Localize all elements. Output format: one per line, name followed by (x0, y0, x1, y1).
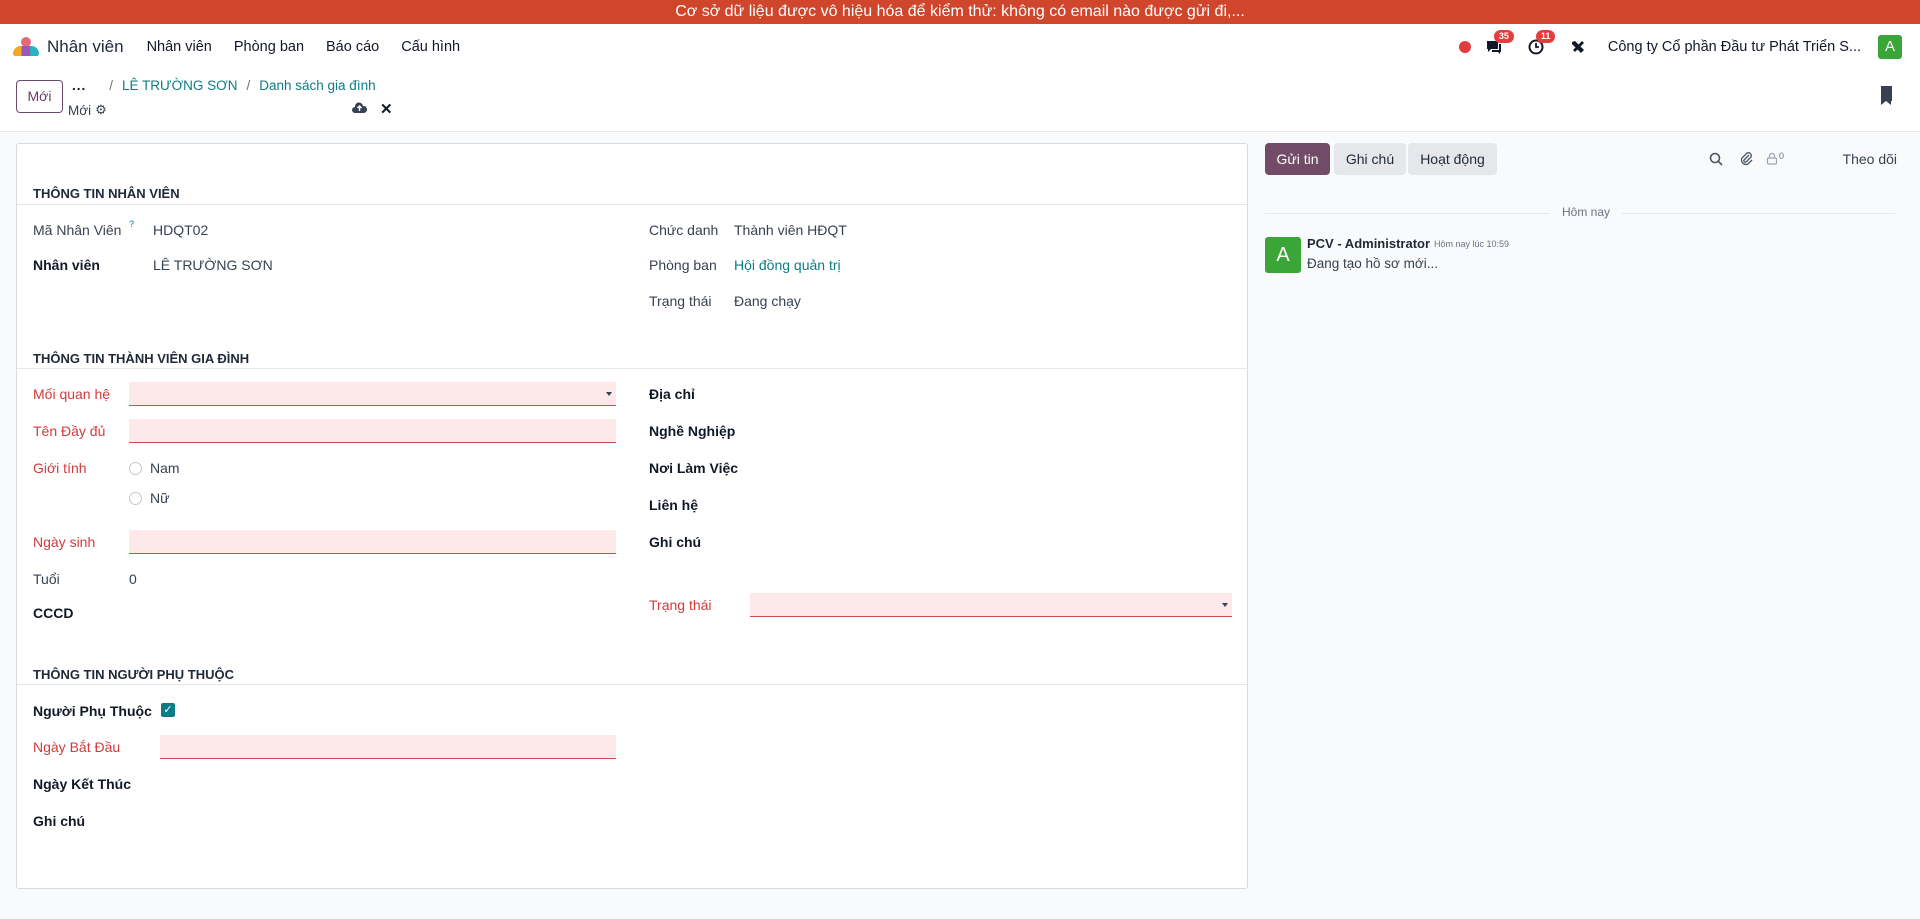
recording-indicator-icon[interactable] (1458, 41, 1471, 53)
department-label: Phòng ban (649, 257, 717, 273)
chevron-down-icon (1222, 603, 1228, 607)
test-mode-banner: Cơ sở dữ liệu được vô hiệu hóa để kiểm t… (0, 0, 1920, 24)
address-label: Địa chỉ (649, 386, 695, 402)
message-author[interactable]: PCV - Administrator (1307, 236, 1430, 251)
followers-lock-icon[interactable] (1766, 152, 1778, 169)
log-note-button[interactable]: Ghi chú (1334, 143, 1406, 175)
gear-icon[interactable]: ⚙ (95, 102, 107, 118)
message-body: Đang tạo hồ sơ mới... (1307, 256, 1439, 271)
gender-option-male: Nam (150, 460, 180, 476)
status-value: Đang chạy (734, 293, 801, 309)
employee-value: LÊ TRƯỜNG SƠN (153, 257, 273, 273)
relation-select[interactable] (129, 382, 616, 406)
employees-app-icon (13, 37, 39, 57)
record-name: Mới ⚙ (68, 102, 107, 118)
gender-radio-male[interactable] (129, 462, 142, 475)
breadcrumb: ... / LÊ TRƯỜNG SƠN / Danh sách gia đình (72, 78, 376, 93)
section-divider (17, 204, 1248, 205)
attachment-paperclip-icon[interactable] (1739, 151, 1753, 170)
breadcrumb-more-button[interactable]: ... (72, 78, 86, 93)
date-separator-label: Hôm nay (1550, 205, 1623, 219)
menu-item-configuration[interactable]: Cấu hình (390, 39, 471, 55)
help-tooltip-icon[interactable]: ? (129, 219, 134, 229)
gender-option-female: Nữ (150, 490, 170, 506)
activities-clock-icon[interactable]: 11 (1526, 30, 1556, 57)
app-name: Nhân viên (47, 37, 124, 56)
workplace-label: Nơi Làm Việc (649, 460, 739, 476)
section-divider (17, 368, 1248, 369)
chatter-panel: Gửi tin Ghi chú Hoạt động 0 Theo dõi Hôm… (1265, 140, 1905, 840)
messages-count-badge: 35 (1493, 30, 1514, 43)
section-divider (17, 684, 1248, 685)
job-title-label: Chức danh (649, 222, 719, 238)
birthday-input[interactable] (129, 530, 616, 554)
company-switcher[interactable]: Công ty Cổ phần Đầu tư Phát Triển S... (1608, 39, 1861, 55)
messages-icon[interactable]: 35 (1484, 30, 1514, 57)
send-message-button[interactable]: Gửi tin (1265, 143, 1330, 175)
section-title-employee: THÔNG TIN NHÂN VIÊN (33, 186, 180, 201)
form-sheet: THÔNG TIN NHÂN VIÊN Mã Nhân Viên ? HDQT0… (16, 143, 1248, 889)
department-link[interactable]: Hội đồng quản trị (734, 257, 841, 273)
employee-label: Nhân viên (33, 257, 100, 273)
end-date-label: Ngày Kết Thúc (33, 776, 132, 792)
main-menu: Nhân viên Phòng ban Báo cáo Cấu hình (136, 39, 472, 55)
dependent-note-label: Ghi chú (33, 813, 86, 829)
menu-item-reports[interactable]: Báo cáo (315, 39, 390, 55)
message-time: Hôm nay lúc 10:59 (1434, 239, 1510, 249)
status-label: Trạng thái (649, 293, 712, 309)
start-date-label: Ngày Bắt Đầu (33, 739, 121, 755)
fullname-input[interactable] (129, 419, 616, 443)
save-cloud-icon[interactable] (352, 101, 368, 117)
cccd-label: CCCD (33, 605, 74, 621)
section-title-family: THÔNG TIN THÀNH VIÊN GIA ĐÌNH (33, 351, 250, 366)
dependent-checkbox[interactable]: ✓ (161, 703, 175, 717)
search-icon[interactable] (1709, 152, 1723, 170)
age-label: Tuổi (33, 571, 60, 587)
breadcrumb-separator: / (109, 78, 114, 93)
debug-tools-icon[interactable] (1568, 37, 1588, 57)
gender-radio-female[interactable] (129, 492, 142, 505)
bookmark-icon[interactable] (1881, 86, 1892, 105)
job-title-value: Thành viên HĐQT (734, 222, 847, 238)
contact-label: Liên hệ (649, 497, 699, 513)
menu-item-employees[interactable]: Nhân viên (136, 39, 223, 55)
new-button[interactable]: Mới (16, 80, 63, 113)
chatter-toolbar: 0 (1709, 151, 1784, 170)
follow-button[interactable]: Theo dõi (1843, 151, 1897, 167)
gender-label: Giới tính (33, 460, 87, 476)
section-title-dependent: THÔNG TIN NGƯỜI PHỤ THUỘC (33, 667, 234, 682)
employee-code-label: Mã Nhân Viên (33, 222, 122, 238)
birthday-label: Ngày sinh (33, 534, 96, 550)
message-author-avatar[interactable]: A (1265, 237, 1301, 273)
employee-code-value: HDQT02 (153, 222, 209, 238)
breadcrumb-separator: / (246, 78, 251, 93)
occupation-label: Nghề Nghiệp (649, 423, 736, 439)
record-name-text: Mới (68, 102, 92, 118)
user-avatar[interactable]: A (1878, 35, 1902, 59)
dependent-label: Người Phụ Thuộc (33, 703, 152, 719)
relation-label: Mối quan hệ (33, 386, 111, 402)
menu-item-departments[interactable]: Phòng ban (223, 39, 315, 55)
top-navbar: Nhân viên Nhân viên Phòng ban Báo cáo Cấ… (0, 24, 1920, 70)
activities-count-badge: 11 (1535, 30, 1556, 43)
control-panel: Mới ... / LÊ TRƯỜNG SƠN / Danh sách gia … (0, 70, 1920, 132)
fullname-label: Tên Đầy đủ (33, 423, 106, 439)
age-value: 0 (129, 571, 137, 587)
activities-button[interactable]: Hoạt động (1408, 143, 1497, 175)
navbar-systray: 35 11 Công ty Cổ phần Đầu tư Phát Triển … (1458, 30, 1902, 59)
chevron-down-icon (606, 392, 612, 396)
discard-close-icon[interactable]: ✕ (380, 100, 393, 118)
start-date-input[interactable] (160, 735, 616, 759)
app-brand[interactable]: Nhân viên (13, 37, 124, 57)
family-status-label: Trạng thái (649, 597, 712, 613)
breadcrumb-employee[interactable]: LÊ TRƯỜNG SƠN (122, 78, 237, 93)
family-status-select[interactable] (750, 593, 1232, 617)
breadcrumb-family-list[interactable]: Danh sách gia đình (259, 78, 375, 93)
followers-count: 0 (1779, 151, 1785, 161)
note-label: Ghi chú (649, 534, 702, 550)
